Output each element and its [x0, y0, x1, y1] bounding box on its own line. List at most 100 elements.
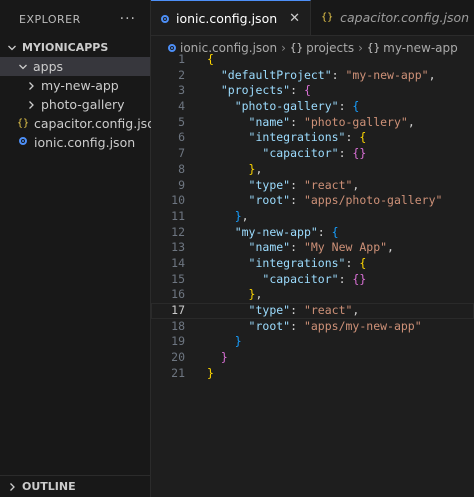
code-line[interactable]: 18 "root": "apps/my-new-app": [151, 319, 474, 335]
line-number: 17: [171, 303, 185, 317]
code-line[interactable]: 11 },: [151, 209, 474, 225]
code-line[interactable]: 8 },: [151, 162, 474, 178]
close-icon[interactable]: ✕: [289, 11, 300, 26]
code-token: "integrations": [248, 130, 346, 145]
line-number: 8: [178, 161, 185, 176]
code-text: },: [207, 287, 263, 303]
folder-root-label: MYIONICAPPS: [22, 41, 109, 54]
tree-item-ionic-config[interactable]: ionic.config.json: [0, 133, 150, 152]
chevron-right-icon: [25, 100, 37, 110]
code-token: "name": [248, 114, 291, 129]
code-token: :: [290, 177, 304, 192]
code-line[interactable]: 17 "type": "react",: [151, 303, 474, 319]
tab-ionic-config[interactable]: ionic.config.json ✕: [151, 0, 312, 35]
line-number: 5: [178, 114, 185, 129]
explorer-header: EXPLORER ···: [0, 0, 150, 38]
tab-capacitor-config[interactable]: {} capacitor.config.json: [311, 0, 474, 35]
line-number: 6: [178, 130, 185, 145]
line-number: 21: [171, 365, 185, 380]
line-number: 20: [171, 350, 185, 365]
code-text: "projects": {: [207, 83, 311, 99]
line-number: 18: [171, 318, 185, 333]
code-token: {: [303, 83, 311, 98]
code-token: :: [338, 99, 353, 114]
code-text: "name": "photo-gallery",: [207, 115, 415, 131]
code-token: }: [207, 365, 214, 380]
code-token: "photo-gallery": [303, 114, 408, 129]
code-editor[interactable]: 1{2 "defaultProject": "my-new-app", 3 "pr…: [151, 52, 474, 381]
code-line[interactable]: 2 "defaultProject": "my-new-app",: [151, 68, 474, 84]
code-line[interactable]: 19 }: [151, 334, 474, 350]
editor-area: ionic.config.json ✕ {} capacitor.config.…: [151, 0, 474, 497]
code-line[interactable]: 7 "capacitor": {}: [151, 146, 474, 162]
code-token: :: [290, 303, 304, 317]
code-token: ,: [387, 240, 394, 255]
chevron-down-icon: [17, 62, 29, 72]
chevron-down-icon: [6, 43, 18, 53]
code-token: "name": [248, 240, 291, 255]
code-line[interactable]: 12 "my-new-app": {: [151, 225, 474, 241]
outline-section[interactable]: OUTLINE: [0, 475, 150, 497]
chevron-right-icon: [25, 81, 37, 91]
code-token: {}: [352, 271, 367, 286]
code-line[interactable]: 10 "root": "apps/photo-gallery": [151, 193, 474, 209]
code-line[interactable]: 13 "name": "My New App",: [151, 240, 474, 256]
code-line[interactable]: 9 "type": "react",: [151, 178, 474, 194]
line-number: 13: [171, 240, 185, 255]
code-token: :: [345, 130, 360, 145]
code-text: "root": "apps/my-new-app": [207, 319, 422, 335]
code-token: :: [290, 193, 304, 208]
code-token: ,: [407, 114, 415, 129]
tree-item-label: capacitor.config.json: [34, 116, 163, 131]
code-text: "photo-gallery": {: [207, 99, 360, 115]
code-line[interactable]: 16 },: [151, 287, 474, 303]
code-line[interactable]: 20 }: [151, 350, 474, 366]
line-number: 7: [178, 146, 185, 161]
code-token: {: [331, 224, 339, 239]
code-token: {: [207, 52, 214, 66]
code-token: "root": [248, 318, 291, 333]
code-line[interactable]: 6 "integrations": {: [151, 130, 474, 146]
json-braces-icon: {}: [321, 12, 334, 23]
tree-item-my-new-app[interactable]: my-new-app: [0, 76, 150, 95]
outline-label: OUTLINE: [22, 480, 76, 493]
folder-root[interactable]: MYIONICAPPS: [0, 38, 150, 57]
code-line[interactable]: 4 "photo-gallery": {: [151, 99, 474, 115]
line-number: 10: [171, 193, 185, 208]
code-token: {: [359, 130, 367, 145]
more-actions-icon[interactable]: ···: [120, 11, 136, 27]
code-text: "integrations": {: [207, 255, 367, 272]
code-token: ,: [352, 303, 360, 317]
tree-item-photo-gallery[interactable]: photo-gallery: [0, 95, 150, 114]
code-token: {: [359, 255, 367, 270]
code-token: :: [290, 240, 304, 255]
code-token: ,: [428, 67, 436, 82]
code-text: "capacitor": {}: [207, 146, 366, 162]
code-line[interactable]: 1{: [151, 52, 474, 68]
code-token: {}: [352, 146, 367, 161]
line-number: 4: [178, 99, 185, 114]
tree-item-apps[interactable]: apps: [0, 57, 150, 76]
code-line[interactable]: 5 "name": "photo-gallery",: [151, 115, 474, 131]
explorer-sidebar: EXPLORER ··· MYIONICAPPS apps my-new-app: [0, 0, 163, 497]
code-token: {: [352, 99, 360, 114]
line-number: 2: [178, 67, 185, 82]
code-line[interactable]: 15 "capacitor": {}: [151, 272, 474, 288]
line-number: 14: [171, 255, 185, 270]
code-line[interactable]: 3 "projects": {: [151, 83, 474, 99]
code-line[interactable]: 14 "integrations": {: [151, 256, 474, 272]
tree-item-label: apps: [33, 59, 64, 74]
tree-item-capacitor-config[interactable]: {} capacitor.config.json: [0, 114, 163, 133]
code-line[interactable]: 21}: [151, 366, 474, 382]
